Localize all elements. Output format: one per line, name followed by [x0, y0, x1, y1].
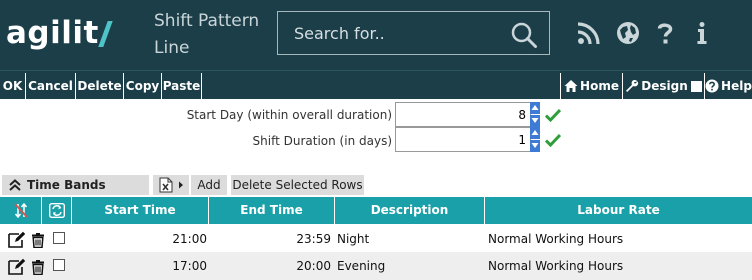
row-select-checkbox[interactable] [53, 232, 65, 244]
wrench-icon [626, 80, 639, 92]
labour-rate-cell: Normal Working Hours [488, 259, 624, 273]
table-row[interactable]: 21:00 23:59 Night Normal Working Hours [0, 225, 752, 253]
add-row-button[interactable]: Add [191, 175, 227, 195]
end-time-cell: 23:59 [296, 232, 331, 246]
delete-button[interactable]: Delete [76, 73, 124, 99]
edit-icon[interactable] [8, 258, 26, 275]
home-icon [564, 80, 578, 92]
home-button[interactable]: Home [560, 73, 622, 99]
edit-icon[interactable] [8, 231, 26, 248]
shift-duration-spinner[interactable] [530, 127, 540, 152]
start-day-spinner[interactable] [530, 102, 540, 127]
collapse-icon[interactable] [8, 178, 22, 192]
ok-button[interactable]: OK [0, 73, 26, 99]
start-time-cell: 21:00 [172, 232, 207, 246]
arrow-up-icon [531, 130, 539, 135]
column-header-labour-rate[interactable]: Labour Rate [485, 197, 752, 224]
design-checkbox[interactable] [690, 80, 702, 92]
arrow-down-icon [531, 143, 539, 148]
excel-icon [159, 177, 173, 193]
start-day-increment[interactable] [530, 102, 540, 114]
export-excel-button[interactable] [153, 175, 189, 195]
search-icon[interactable] [510, 21, 538, 49]
refresh-header[interactable] [42, 197, 72, 224]
page-title: Shift Pattern Line [154, 11, 260, 58]
arrow-down-icon [531, 118, 539, 123]
logo-slash [98, 21, 113, 47]
sort-off-icon [14, 203, 28, 218]
agility-logo[interactable]: agilit [6, 13, 113, 53]
delete-selected-rows-button[interactable]: Delete Selected Rows [231, 175, 364, 195]
trash-icon[interactable] [31, 260, 45, 275]
shift-duration-input[interactable] [396, 128, 529, 151]
column-header-start-time[interactable]: Start Time [72, 197, 209, 224]
paste-button[interactable]: Paste [162, 73, 202, 99]
sort-toggle-header[interactable] [0, 197, 42, 224]
cancel-button[interactable]: Cancel [26, 73, 76, 99]
shift-duration-label: Shift Duration (in days) [252, 134, 392, 148]
design-label: Design [641, 79, 688, 93]
question-circle-icon [705, 79, 719, 93]
home-label: Home [580, 79, 619, 93]
arrow-up-icon [531, 105, 539, 110]
design-button[interactable]: Design [622, 73, 704, 99]
column-header-description[interactable]: Description [335, 197, 485, 224]
start-day-input[interactable] [396, 103, 529, 126]
help-icon[interactable] [653, 21, 677, 45]
caret-right-icon [179, 181, 183, 189]
copy-button[interactable]: Copy [124, 73, 162, 99]
time-bands-title: Time Bands [27, 178, 106, 192]
shift-duration-increment[interactable] [530, 127, 540, 139]
end-time-cell: 20:00 [296, 259, 331, 273]
start-day-label: Start Day (within overall duration) [186, 108, 392, 122]
rss-icon[interactable] [577, 21, 601, 45]
start-day-decrement[interactable] [530, 115, 540, 127]
app-header: agilit Shift Pattern Line [0, 0, 752, 70]
shift-duration-decrement[interactable] [530, 140, 540, 152]
info-icon[interactable] [690, 21, 714, 45]
search-input[interactable] [294, 12, 504, 54]
logo-text: agilit [6, 15, 99, 51]
column-header-end-time[interactable]: End Time [209, 197, 335, 224]
help-button[interactable]: Help [704, 73, 752, 99]
shift-duration-field[interactable] [395, 127, 531, 152]
table-row[interactable]: 17:00 20:00 Evening Normal Working Hours [0, 252, 752, 280]
shift-duration-valid-icon [545, 133, 561, 147]
toolbar: OK Cancel Delete Copy Paste Home Design … [0, 70, 752, 99]
trash-icon[interactable] [31, 233, 45, 248]
start-day-valid-icon [545, 108, 561, 122]
row-select-checkbox[interactable] [53, 259, 65, 271]
description-cell: Evening [337, 259, 386, 273]
labour-rate-cell: Normal Working Hours [488, 232, 624, 246]
description-cell: Night [337, 232, 370, 246]
refresh-icon [49, 203, 65, 218]
time-bands-section-header[interactable]: Time Bands [2, 175, 149, 195]
start-day-field[interactable] [395, 102, 531, 127]
search-box[interactable] [277, 11, 550, 55]
globe-icon[interactable] [616, 21, 640, 45]
help-label: Help [721, 79, 752, 93]
start-time-cell: 17:00 [172, 259, 207, 273]
